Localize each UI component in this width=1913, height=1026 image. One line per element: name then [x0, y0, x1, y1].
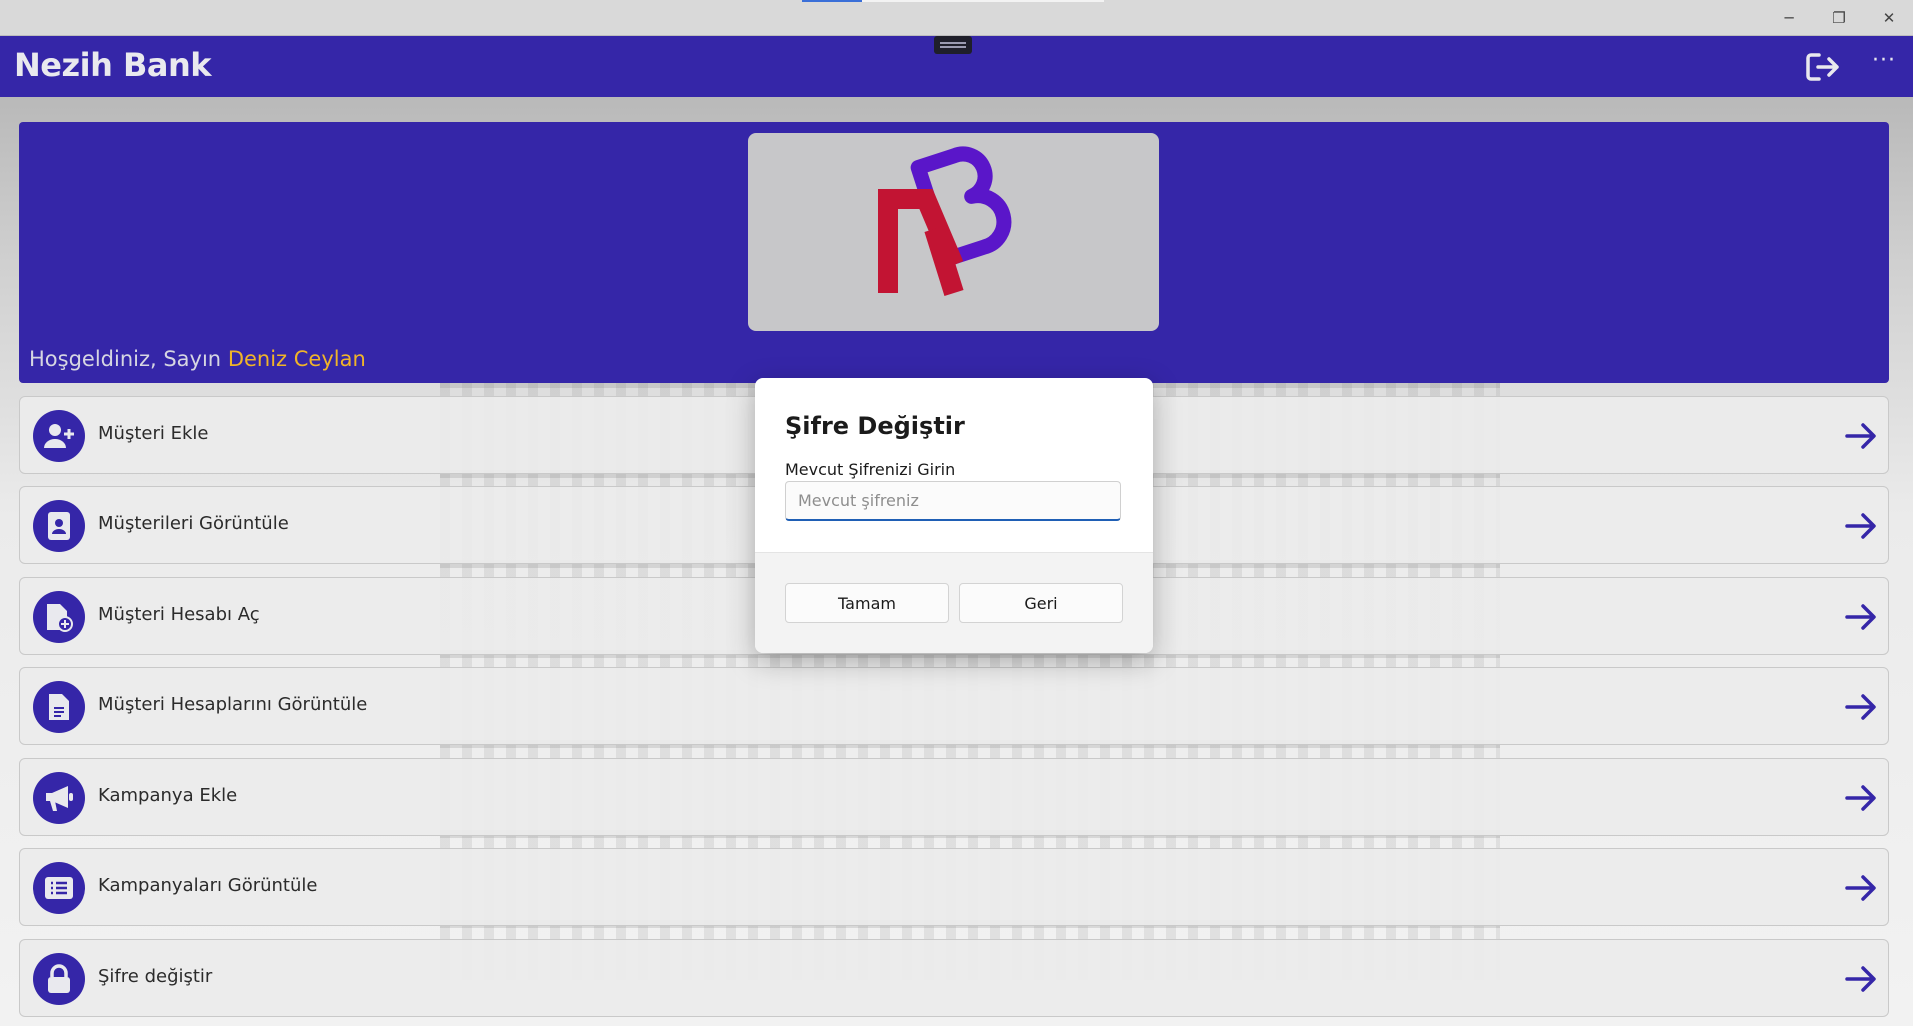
arrow-right-icon	[1845, 513, 1876, 539]
menu-row-change-password[interactable]: Şifre değiştir	[19, 939, 1889, 1017]
titlebar-accent-line	[802, 0, 862, 2]
app-header: Nezih Bank ···	[0, 36, 1913, 97]
user-name: Deniz Ceylan	[227, 347, 366, 371]
menu-row-view-accounts[interactable]: Müşteri Hesaplarını Görüntüle	[19, 667, 1889, 745]
titlebar-tab-strip	[862, 0, 1104, 2]
menu-label: Müşterileri Görüntüle	[98, 513, 289, 534]
current-password-input[interactable]	[785, 481, 1121, 521]
menu-label: Şifre değiştir	[98, 966, 213, 987]
arrow-right-icon	[1845, 423, 1876, 449]
logout-button[interactable]	[1805, 50, 1843, 84]
arrow-right-icon	[1845, 694, 1876, 720]
arrow-right-icon	[1845, 604, 1876, 630]
app-title: Nezih Bank	[14, 46, 212, 84]
user-plus-icon	[33, 410, 85, 462]
more-options-button[interactable]: ···	[1864, 48, 1904, 82]
lock-icon	[33, 953, 85, 1005]
bank-logo-card	[748, 133, 1159, 331]
contact-book-icon	[33, 500, 85, 552]
minimize-button[interactable]: ─	[1764, 0, 1814, 36]
arrow-right-icon	[1845, 785, 1876, 811]
list-icon	[33, 862, 85, 914]
logout-icon	[1806, 53, 1839, 81]
dialog-title: Şifre Değiştir	[785, 412, 965, 440]
current-password-label: Mevcut Şifrenizi Girin	[785, 460, 956, 479]
menu-label: Müşteri Hesabı Aç	[98, 604, 260, 625]
menu-row-add-campaign[interactable]: Kampanya Ekle	[19, 758, 1889, 836]
ok-button[interactable]: Tamam	[785, 583, 949, 623]
close-button[interactable]: ✕	[1864, 0, 1913, 36]
maximize-button[interactable]: ❐	[1814, 0, 1864, 36]
file-plus-icon	[33, 591, 85, 643]
menu-label: Müşteri Ekle	[98, 423, 209, 444]
menu-label: Kampanya Ekle	[98, 785, 238, 806]
greeting-text: Hoşgeldiniz, Sayın	[29, 347, 222, 371]
arrow-right-icon	[1845, 875, 1876, 901]
dialog-footer: Tamam Geri	[755, 552, 1153, 653]
welcome-text: Hoşgeldiniz, Sayın Deniz Ceylan	[29, 347, 366, 371]
document-icon	[33, 681, 85, 733]
menu-row-view-campaigns[interactable]: Kampanyaları Görüntüle	[19, 848, 1889, 926]
menu-label: Müşteri Hesaplarını Görüntüle	[98, 694, 368, 715]
window-titlebar: ─ ❐ ✕	[0, 0, 1913, 36]
arrow-right-icon	[1845, 966, 1876, 992]
bank-logo	[878, 146, 1012, 296]
megaphone-icon	[33, 772, 85, 824]
back-button[interactable]: Geri	[959, 583, 1123, 623]
drag-handle[interactable]	[934, 36, 972, 54]
menu-label: Kampanyaları Görüntüle	[98, 875, 318, 896]
change-password-dialog: Şifre Değiştir Mevcut Şifrenizi Girin Ta…	[755, 378, 1153, 653]
